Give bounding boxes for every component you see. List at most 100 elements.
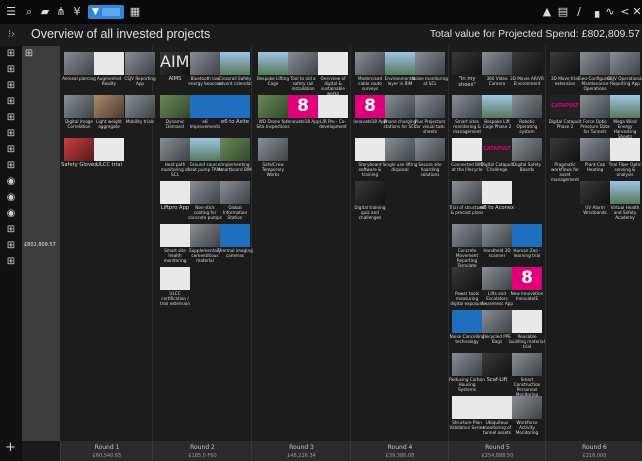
project-card[interactable]: Mobility trials — [125, 95, 155, 135]
project-card[interactable]: "In my shoes" — [452, 52, 482, 92]
project-card[interactable]: Reducing Carbon Housing Systems — [449, 353, 485, 393]
project-card[interactable]: Aerosol piercing — [62, 52, 96, 92]
project-card[interactable]: AIMSAIMS — [160, 52, 190, 92]
project-card[interactable]: Single use lifting disposal — [383, 138, 417, 178]
circle-icon[interactable]: ◉ — [5, 176, 17, 188]
project-card[interactable]: Supplementary cementitious material — [189, 224, 221, 264]
menu-icon[interactable]: ☰ — [4, 4, 18, 20]
project-card[interactable]: CSJV Operational Reporting App — [607, 52, 642, 92]
project-card[interactable]: Dynamic Demand — [160, 95, 190, 135]
share-icon[interactable]: ⋔ — [54, 4, 68, 20]
tree-icon[interactable]: ⊞ — [5, 112, 17, 124]
project-card[interactable]: 8 New Innovation InnovateIE — [511, 267, 543, 307]
project-card[interactable]: Modernised cable route surveys — [355, 52, 385, 92]
project-card[interactable]: Recycled PPE Bags — [482, 310, 512, 350]
tree-icon[interactable]: ⊞ — [5, 64, 17, 76]
project-card[interactable]: 3D Move trial extension — [550, 52, 580, 92]
project-card[interactable]: Thermal imaging cameras — [217, 224, 253, 264]
project-card[interactable]: Smart sites monitoring & management — [452, 95, 482, 135]
project-card[interactable]: Structure Plan Validation Series — [450, 396, 484, 436]
project-card[interactable]: Concrete Movement Reporting Template — [452, 224, 482, 268]
project-card[interactable]: WD Drone for Site Inspections — [256, 95, 290, 135]
filter-field[interactable] — [102, 8, 120, 16]
project-card[interactable]: Human Zoo - learning trial — [512, 224, 542, 264]
comment-icon[interactable]: ▰ — [38, 4, 52, 20]
project-card[interactable]: Overview of digital & sustainable works — [318, 52, 348, 96]
tree-icon[interactable]: ⊞ — [5, 80, 17, 92]
round-column-header[interactable]: Round 3 £48,226.34 — [251, 441, 351, 461]
tree-icon[interactable]: ⊞ — [5, 144, 17, 156]
project-card[interactable]: CATAPULT Digital Catapult Challenge — [481, 138, 513, 178]
circle-icon[interactable]: ◉ — [5, 192, 17, 204]
project-card[interactable]: Mega Wind Energy Harvesting Sheets — [610, 95, 640, 139]
project-card[interactable]: Digital Safety Boards — [512, 138, 542, 178]
handle-icon[interactable]: ⊞ — [23, 48, 35, 60]
tree-icon[interactable]: ⊞ — [5, 48, 17, 60]
pulse-icon[interactable]: ∿ — [603, 4, 617, 20]
project-card[interactable]: Light weight aggregate — [94, 95, 124, 135]
project-card[interactable]: Pragmatic workflows for asset management — [550, 138, 580, 182]
project-card[interactable]: Phone charging stations for SCL — [384, 95, 416, 135]
project-card[interactable]: Environmental layer in BIM — [385, 52, 415, 92]
project-card[interactable]: Non-stick coating for concrete pumps — [188, 181, 222, 221]
project-card[interactable]: CSJV Reporting App — [124, 52, 156, 92]
project-card[interactable]: Heat path monitoring of SCL — [160, 138, 190, 178]
lock-icon[interactable]: ▲ — [540, 4, 554, 20]
project-card[interactable]: Bluetooth low energy beacons — [188, 52, 222, 92]
project-card[interactable]: Crossrail Safety advent calendar — [218, 52, 252, 92]
tree-icon[interactable]: ⊞ — [5, 224, 17, 236]
project-card[interactable]: Lifts and Escalators Awareness App — [481, 267, 513, 307]
project-card[interactable]: Power tools measuring digital exposure — [450, 267, 484, 307]
project-card[interactable]: 8 Innovate18 App — [286, 95, 320, 135]
project-card[interactable]: Global Information Station — [220, 181, 250, 221]
project-card[interactable]: 8 Innovate18 App — [353, 95, 387, 135]
project-card[interactable]: Geo-Configured Maintenance Operations — [579, 52, 611, 92]
grid-icon[interactable]: ▦ — [128, 4, 142, 20]
calendar-icon[interactable]: ▤ — [556, 4, 570, 20]
round-column-header[interactable]: Round 1 £60,540.65 — [60, 441, 153, 461]
project-card[interactable]: Smart Construction Personnel Monitoring — [512, 353, 542, 397]
collapse-icon[interactable]: ⁝› — [8, 29, 15, 40]
project-card[interactable]: Trial Fiber Optic sensing & analysis — [609, 138, 641, 178]
project-card[interactable]: Reusable building material trial — [509, 310, 545, 350]
project-card[interactable]: 3D Movie AR/VR Environment — [510, 52, 544, 92]
project-card[interactable]: Noise monitoring at SCL — [412, 52, 448, 92]
project-card[interactable]: Handheld 3D scanner — [482, 224, 512, 264]
project-card[interactable]: Safe/Crew Temporary Works — [258, 138, 288, 178]
tree-icon[interactable]: ⊞ — [5, 96, 17, 108]
project-card[interactable]: Bespoke Lifting Cage — [257, 52, 289, 92]
project-card[interactable]: Tool to aid a safety rail installation — [288, 52, 318, 92]
project-card[interactable]: Trial of structural & precast plans — [449, 181, 485, 221]
project-card[interactable]: Ubiquitous monitoring of tunnel assets — [482, 396, 512, 436]
round-column-header[interactable]: Round 2 £185,0 F60 — [152, 441, 252, 461]
project-card[interactable]: Digital Image Correlation — [64, 95, 94, 135]
project-card[interactable]: Storyboard software & training — [355, 138, 385, 178]
project-card[interactable]: Plus Projectors for visual task sheets — [415, 95, 445, 135]
round-column-header[interactable]: Round 5 £254,888.50 — [448, 441, 546, 461]
project-card[interactable]: Workforce Activity Monitoring — [512, 396, 542, 436]
project-card[interactable]: Digital training quiz and challenges — [354, 181, 386, 221]
project-card[interactable]: Ground source heat pump TAMs — [187, 138, 223, 178]
circle-icon[interactable]: ◉ — [5, 208, 17, 220]
pencil-icon[interactable]: ∕ — [572, 4, 586, 20]
project-card[interactable]: Augmented Reality — [94, 52, 124, 92]
project-card[interactable]: ULCC certification / trial extension — [160, 267, 190, 307]
project-card[interactable]: e6 to Asite — [220, 95, 250, 135]
project-card[interactable]: Safety Gloves — [61, 138, 97, 178]
project-card[interactable]: ULCC trial — [94, 138, 124, 178]
project-card[interactable]: Liftpro App — [160, 181, 190, 221]
round-column-header[interactable]: Round 4 £39,386.08 — [350, 441, 449, 461]
project-card[interactable]: LIR Pro - Co-development — [318, 95, 348, 135]
project-card[interactable]: UV Alarm Wristbands — [580, 181, 610, 221]
project-card[interactable]: Connected BIM at the lifecycle — [451, 138, 483, 178]
close-icon[interactable]: ✕ — [630, 4, 642, 20]
filter-button[interactable]: ▼ — [88, 5, 124, 19]
project-card[interactable]: Plant-Cab Heating — [580, 138, 610, 178]
project-card[interactable]: Robotic Operating system — [512, 95, 542, 135]
tree-icon[interactable]: ⊞ — [5, 128, 17, 140]
project-card[interactable]: Smart site health monitoring — [160, 224, 190, 264]
chart-icon[interactable]: ▗ — [588, 4, 602, 20]
round-column-header[interactable]: Round 6 £216,000 — [545, 441, 642, 461]
tree-icon[interactable]: ⊞ — [5, 160, 17, 172]
project-card[interactable]: Virtual Health and Safety Academy — [610, 181, 640, 221]
